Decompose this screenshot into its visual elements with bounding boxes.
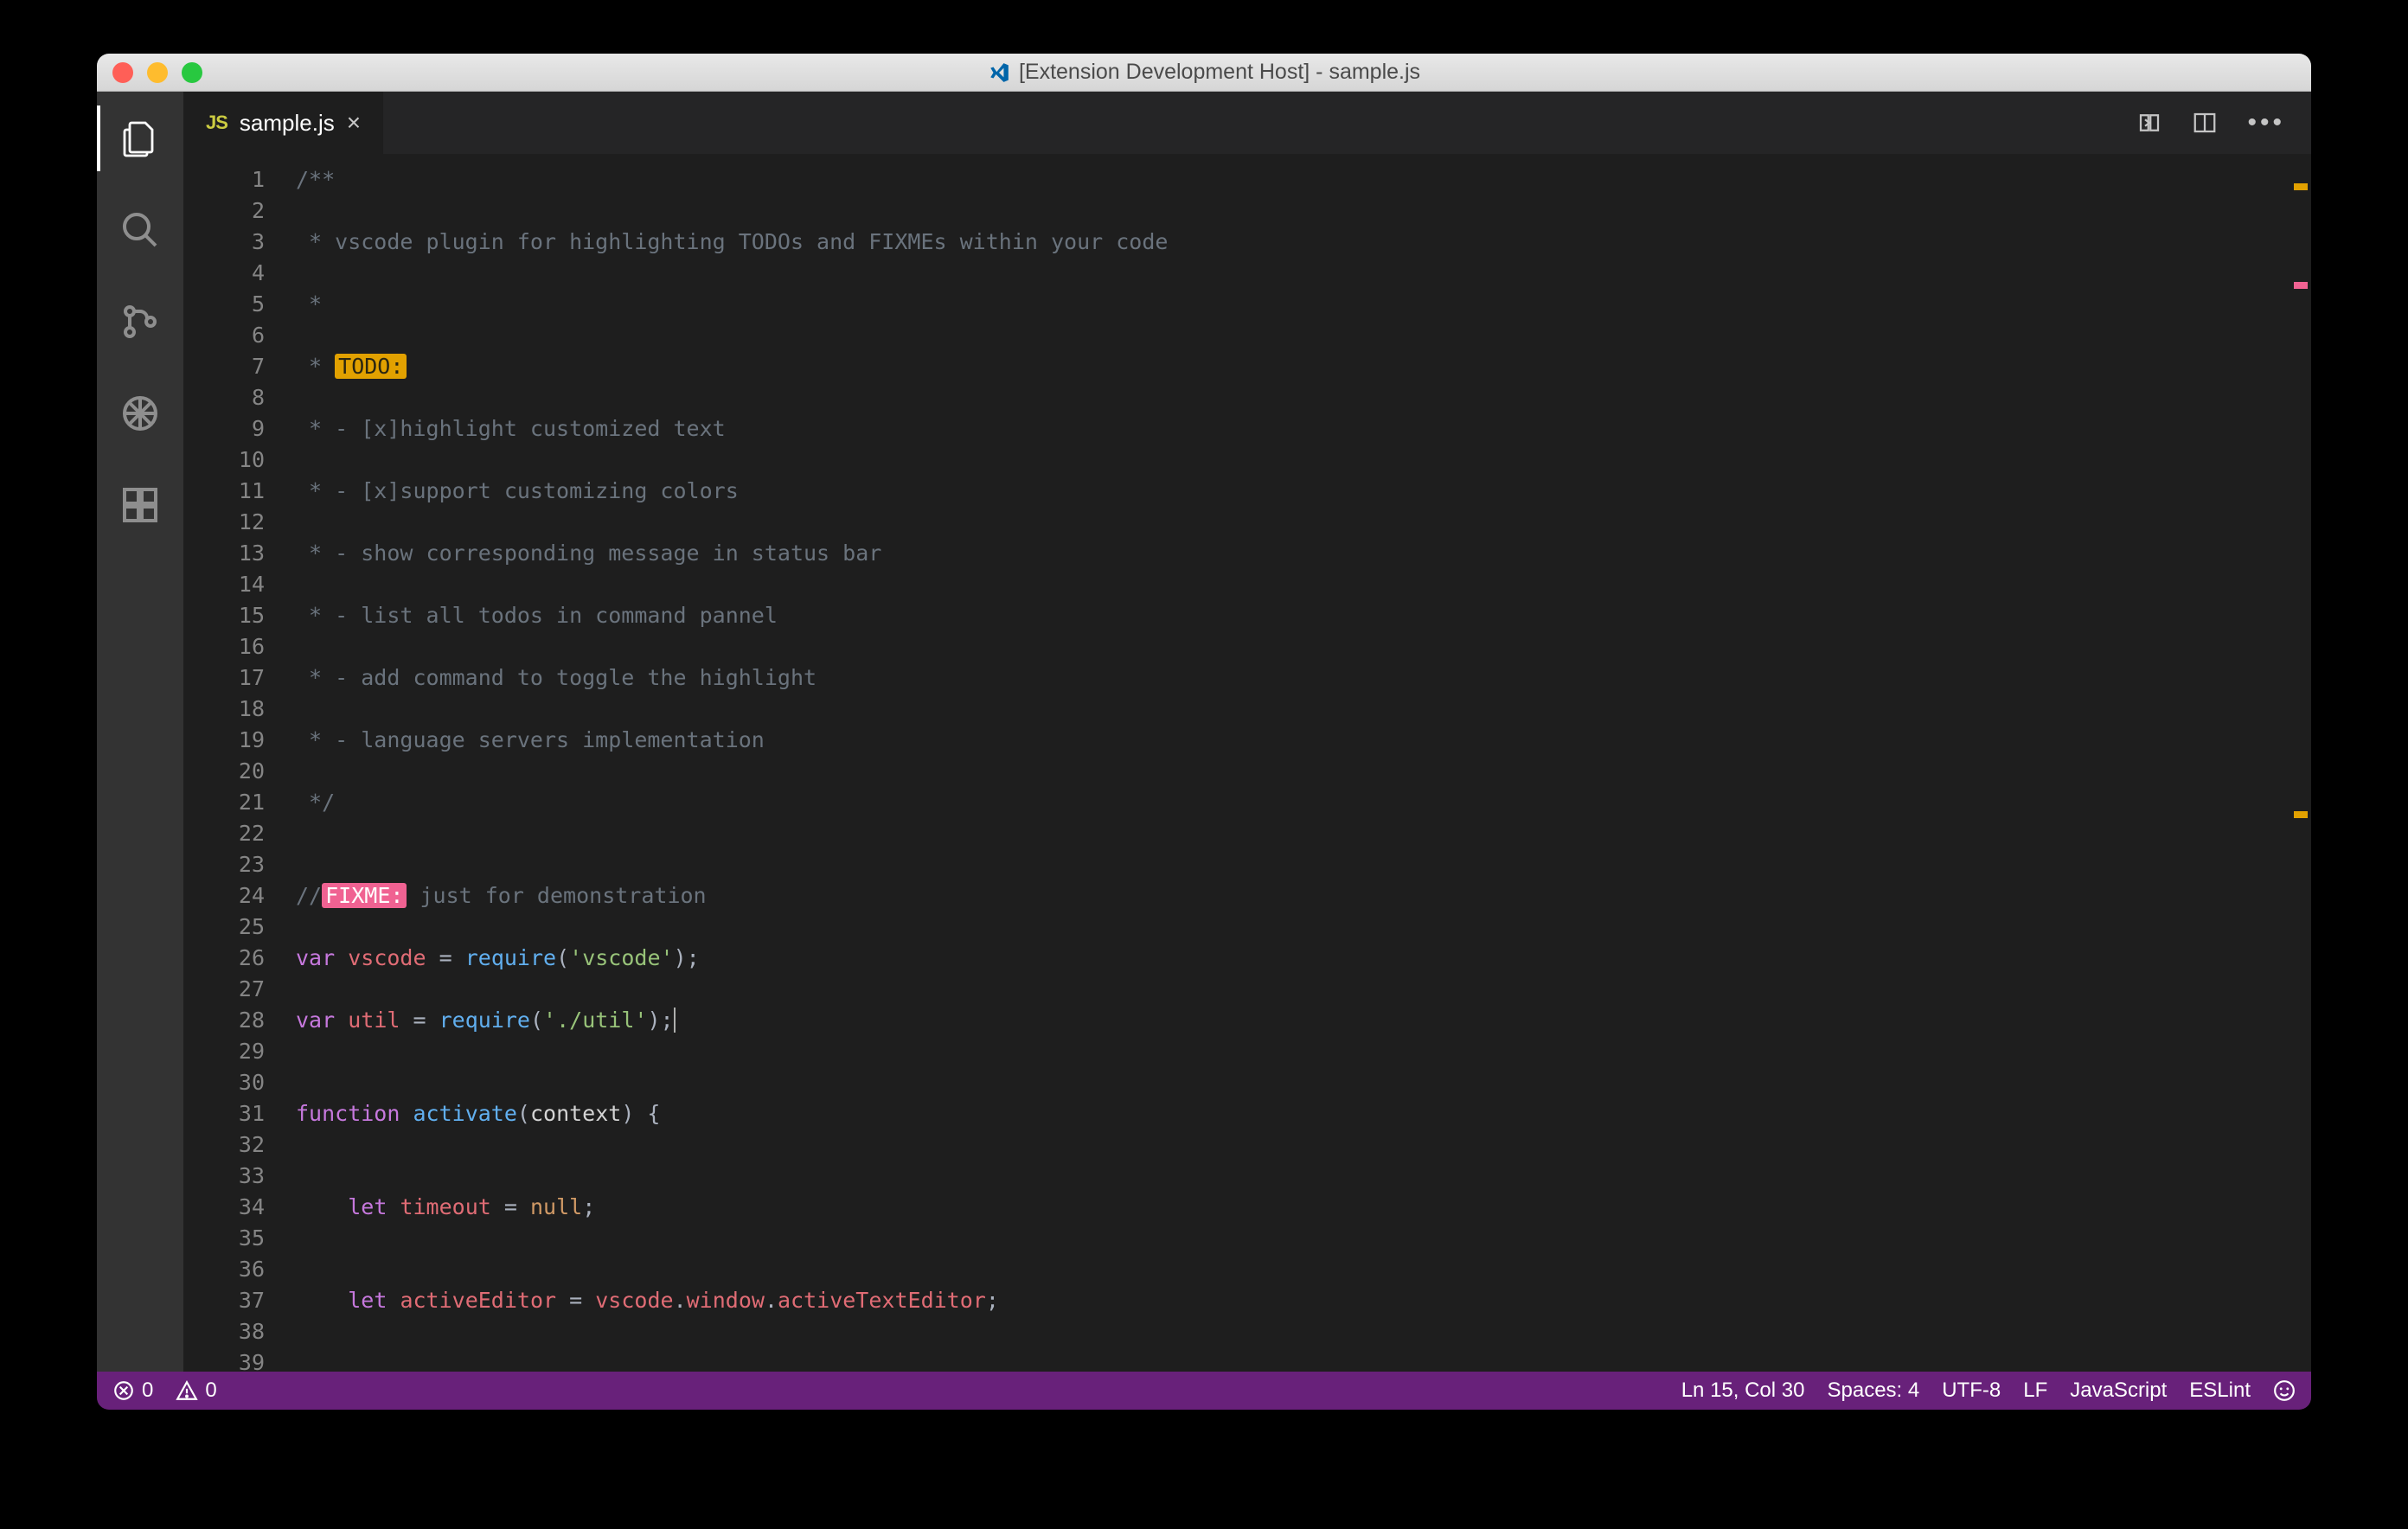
- fixme-highlight: FIXME:: [322, 883, 407, 908]
- extensions-icon: [119, 484, 161, 526]
- status-bar: 0 0 Ln 15, Col 30 Spaces: 4 UTF-8 LF Jav…: [97, 1372, 2311, 1410]
- titlebar: [Extension Development Host] - sample.js: [97, 54, 2311, 92]
- traffic-lights: [97, 62, 202, 83]
- error-icon: [112, 1379, 135, 1402]
- search-icon: [119, 209, 161, 251]
- tab-filename: sample.js: [240, 110, 335, 137]
- files-icon: [119, 118, 161, 159]
- close-tab-icon[interactable]: ×: [347, 109, 361, 137]
- status-encoding[interactable]: UTF-8: [1942, 1379, 2001, 1403]
- status-feedback[interactable]: [2273, 1379, 2296, 1402]
- status-language[interactable]: JavaScript: [2070, 1379, 2167, 1403]
- code-content[interactable]: /** * vscode plugin for highlighting TOD…: [296, 154, 2287, 1372]
- window-title: [Extension Development Host] - sample.js: [97, 60, 2311, 85]
- window-minimize-button[interactable]: [147, 62, 168, 83]
- activity-bar: [97, 92, 183, 1372]
- debug-icon: [119, 393, 161, 434]
- split-editor-icon[interactable]: [2192, 110, 2218, 136]
- vscode-icon: [988, 61, 1010, 84]
- status-warnings[interactable]: 0: [176, 1379, 216, 1403]
- search-activity[interactable]: [116, 206, 164, 254]
- more-actions-icon[interactable]: •••: [2247, 108, 2285, 138]
- debug-activity[interactable]: [116, 389, 164, 438]
- editor-area: JS sample.js × ••• 123456789101112131415…: [183, 92, 2311, 1372]
- explorer-activity[interactable]: [116, 114, 164, 163]
- window-close-button[interactable]: [112, 62, 133, 83]
- status-indentation[interactable]: Spaces: 4: [1827, 1379, 1919, 1403]
- source-control-activity[interactable]: [116, 297, 164, 346]
- tabs-row: JS sample.js × •••: [183, 92, 2311, 154]
- code-editor[interactable]: 1234567891011121314151617181920212223242…: [183, 154, 2311, 1372]
- status-cursor-position[interactable]: Ln 15, Col 30: [1681, 1379, 1805, 1403]
- warning-icon: [176, 1379, 198, 1402]
- compare-icon[interactable]: [2136, 110, 2162, 136]
- line-gutter: 1234567891011121314151617181920212223242…: [183, 154, 296, 1372]
- app-window: [Extension Development Host] - sample.js: [97, 54, 2311, 1410]
- extensions-activity[interactable]: [116, 481, 164, 529]
- javascript-file-icon: JS: [206, 112, 227, 134]
- smiley-icon: [2273, 1379, 2296, 1402]
- window-zoom-button[interactable]: [182, 62, 202, 83]
- status-eol[interactable]: LF: [2023, 1379, 2047, 1403]
- git-icon: [119, 301, 161, 342]
- editor-actions: •••: [2136, 92, 2311, 154]
- todo-highlight: TODO:: [335, 354, 407, 379]
- main-body: JS sample.js × ••• 123456789101112131415…: [97, 92, 2311, 1372]
- status-errors[interactable]: 0: [112, 1379, 153, 1403]
- overview-ruler[interactable]: [2287, 154, 2311, 1372]
- status-eslint[interactable]: ESLint: [2189, 1379, 2251, 1403]
- tab-sample-js[interactable]: JS sample.js ×: [183, 92, 383, 154]
